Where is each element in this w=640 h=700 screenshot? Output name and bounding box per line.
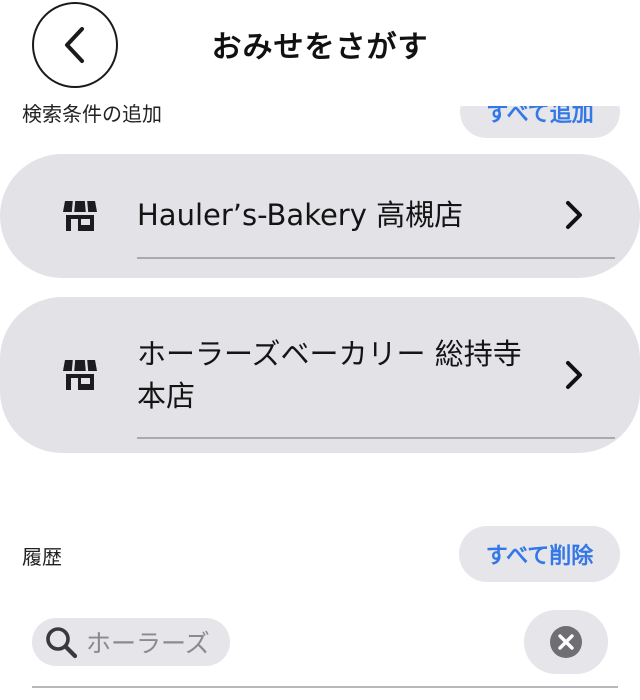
row-divider [137,437,615,439]
add-all-button[interactable]: すべて追加 [460,106,620,138]
store-row-1[interactable]: Hauler’s-Bakery 高槻店 [0,154,640,278]
row-divider [137,257,615,259]
history-item[interactable]: ホーラーズ [32,618,230,666]
page-title: おみせをさがす [211,30,429,65]
search-icon [46,627,78,659]
history-query: ホーラーズ [86,629,210,658]
history-divider [32,686,618,688]
section-label-history: 履歴 [22,545,62,569]
store-row-2[interactable]: ホーラーズベーカリー 総持寺本店 [0,297,640,453]
chevron-right-icon [566,201,582,229]
store-icon [63,359,97,390]
section-label-conditions: 検索条件の追加 [22,102,162,126]
store-name: Hauler’s-Bakery 高槻店 [137,198,464,232]
delete-all-button[interactable]: すべて削除 [459,526,620,582]
header: おみせをさがす [0,0,640,90]
clear-history-input-button[interactable] [524,610,608,674]
clear-icon [550,626,582,658]
store-icon [63,200,97,231]
store-name: ホーラーズベーカリー 総持寺本店 [137,337,522,413]
chevron-right-icon [566,361,582,389]
